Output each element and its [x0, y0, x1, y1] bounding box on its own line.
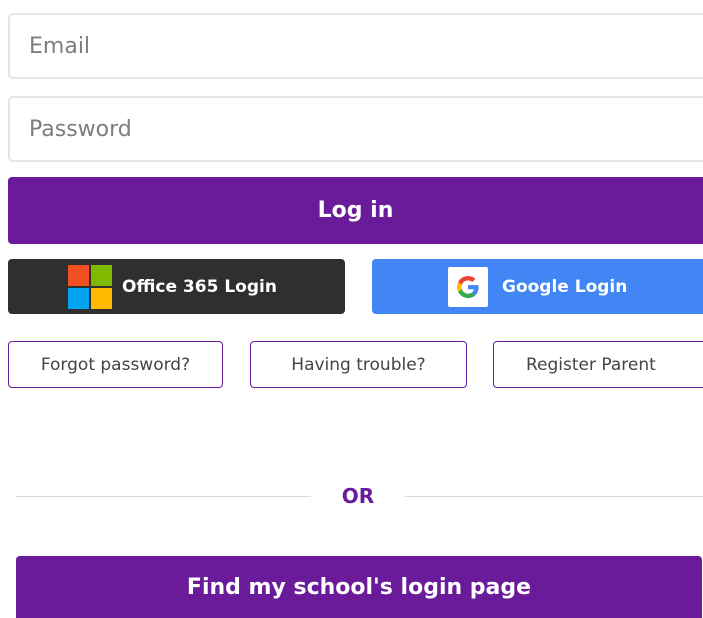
microsoft-logo-icon: [68, 264, 112, 309]
google-login-label: Google Login: [502, 276, 628, 297]
or-separator: OR: [341, 484, 375, 508]
find-school-login-button[interactable]: Find my school's login page: [16, 556, 702, 618]
office-365-login-label: Office 365 Login: [122, 276, 277, 297]
login-page: Log in Office 365 Login Google Login For…: [0, 0, 703, 618]
divider-left: [16, 496, 311, 497]
having-trouble-button[interactable]: Having trouble?: [250, 341, 467, 388]
office-365-login-button[interactable]: Office 365 Login: [8, 259, 345, 314]
google-login-button[interactable]: Google Login: [372, 259, 703, 314]
email-field[interactable]: [8, 13, 703, 79]
google-logo-icon: [448, 266, 488, 307]
forgot-password-button[interactable]: Forgot password?: [8, 341, 223, 388]
login-button[interactable]: Log in: [8, 177, 703, 244]
password-field[interactable]: [8, 96, 703, 162]
register-parent-button[interactable]: Register Parent: [493, 341, 703, 388]
divider-right: [405, 496, 703, 497]
